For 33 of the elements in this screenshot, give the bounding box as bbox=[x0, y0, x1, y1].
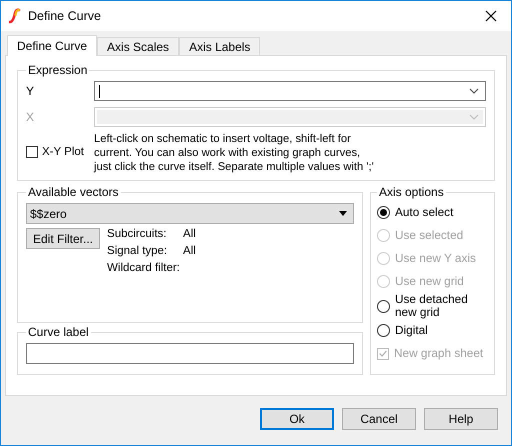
close-icon[interactable] bbox=[485, 10, 497, 22]
filter-label: Signal type: bbox=[107, 245, 168, 257]
dropdown-arrow-icon bbox=[339, 211, 347, 216]
radio-option[interactable]: Digital bbox=[377, 319, 488, 342]
group-title: Axis options bbox=[378, 185, 445, 199]
curve-label-field[interactable] bbox=[26, 343, 354, 364]
chevron-down-icon bbox=[469, 88, 479, 94]
tab[interactable]: Axis Scales bbox=[97, 37, 180, 55]
dialog-button[interactable]: Help bbox=[424, 408, 498, 430]
chevron-down-icon bbox=[469, 114, 479, 120]
dialog-button[interactable]: Cancel bbox=[342, 408, 416, 430]
radio-option[interactable]: Auto select bbox=[377, 201, 488, 224]
edit-filter-button[interactable]: Edit Filter... bbox=[26, 228, 100, 249]
group-title: Curve label bbox=[27, 325, 90, 339]
radio-option[interactable]: Use detached new grid bbox=[377, 293, 488, 319]
field-label: Y bbox=[26, 84, 36, 98]
instruction-text: Left-click on schematic to insert voltage, shift-left for current. You can also work with existing graph curves, just click the curve itself. Separate multiple values with ';' bbox=[94, 132, 375, 174]
group-title: Available vectors bbox=[27, 185, 120, 199]
vector-dropdown[interactable]: $$zero bbox=[26, 203, 354, 224]
check-icon bbox=[378, 348, 388, 359]
filter-label: Wildcard filter: bbox=[107, 262, 181, 274]
group-title: Expression bbox=[27, 63, 88, 77]
dialog-button[interactable]: Ok bbox=[260, 408, 334, 430]
tab[interactable]: Define Curve bbox=[7, 35, 98, 56]
xy-plot-checkbox[interactable]: X-Y Plot bbox=[26, 146, 94, 158]
app-logo-icon bbox=[9, 8, 21, 24]
filter-value: All bbox=[183, 228, 196, 240]
filter-value: All bbox=[183, 245, 196, 257]
window-title: Define Curve bbox=[28, 9, 102, 23]
filter-label: Subcircuits: bbox=[107, 228, 168, 240]
y-expression-field[interactable] bbox=[94, 81, 486, 101]
field-label: X bbox=[26, 110, 36, 124]
tab[interactable]: Axis Labels bbox=[179, 37, 260, 55]
